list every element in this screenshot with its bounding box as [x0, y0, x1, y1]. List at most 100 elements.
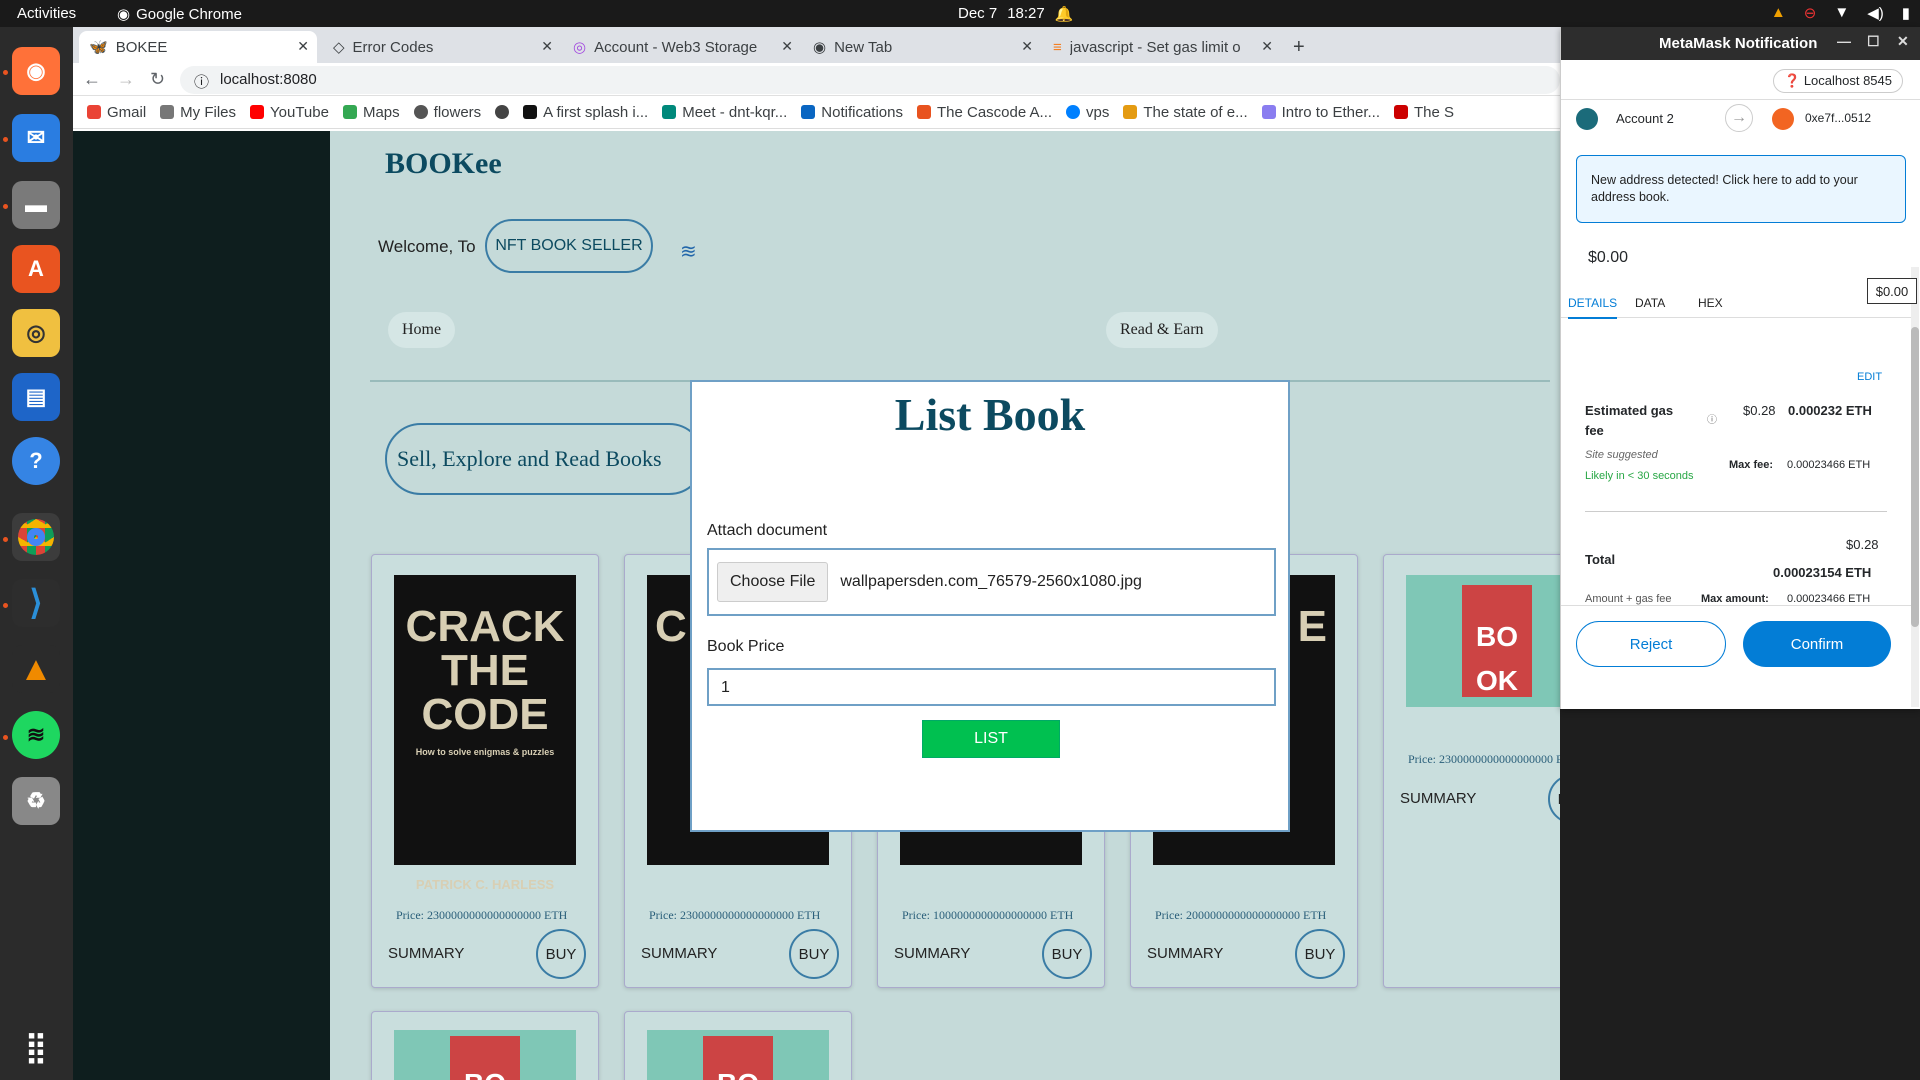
tab-web3-storage[interactable]: ◎ Account - Web3 Storage ✕	[563, 31, 801, 63]
nav-read-earn[interactable]: Read & Earn	[1106, 312, 1218, 348]
bookmark-cascode[interactable]: The Cascode A...	[916, 104, 1052, 121]
metamask-titlebar: MetaMask Notification — ☐ ✕	[1561, 27, 1920, 60]
site-brand[interactable]: BOOKee	[385, 147, 502, 181]
book-price: Price: 2000000000000000000 ETH	[1155, 908, 1327, 922]
nft-book-seller-button[interactable]: NFT BOOK SELLER	[485, 219, 653, 273]
summary-link[interactable]: SUMMARY	[641, 945, 717, 962]
vlc-icon[interactable]: ▲	[12, 645, 60, 693]
trash-icon[interactable]: ♻	[12, 777, 60, 825]
active-app-menu[interactable]: ◉ Google Chrome	[117, 5, 242, 24]
bookmark-medium[interactable]: A first splash i...	[523, 104, 648, 121]
bookmark-globe[interactable]	[495, 105, 510, 119]
gas-fee-eth: 0.000232 ETH	[1788, 403, 1872, 418]
chrome-favicon: ◉	[813, 39, 827, 56]
file-input[interactable]: Choose File wallpapersden.com_76579-2560…	[707, 548, 1276, 616]
bookmark-my-files[interactable]: My Files	[160, 104, 236, 121]
libreoffice-writer-icon[interactable]: ▤	[12, 373, 60, 421]
info-icon[interactable]: ⓘ	[1707, 411, 1717, 426]
clock[interactable]: Dec 7 18:27 🔔	[958, 5, 1073, 23]
tab-stackoverflow[interactable]: ≡ javascript - Set gas limit o ✕	[1043, 31, 1281, 63]
close-tab-icon[interactable]: ✕	[541, 38, 553, 55]
book-cover[interactable]: BO OK	[394, 1030, 576, 1080]
site-info-icon[interactable]: ⓘ	[194, 71, 209, 92]
bookmark-meet[interactable]: Meet - dnt-kqr...	[662, 104, 787, 121]
bookmarks-bar: Gmail My Files YouTube Maps flowers A fi…	[73, 96, 1560, 129]
close-tab-icon[interactable]: ✕	[297, 38, 309, 55]
bookmark-intro-ether[interactable]: Intro to Ether...	[1261, 104, 1380, 121]
rhythmbox-icon[interactable]: ◎	[12, 309, 60, 357]
bookmark-state-of-e[interactable]: The state of e...	[1123, 104, 1248, 121]
book-price-input[interactable]: 1	[707, 668, 1276, 706]
buy-button[interactable]: BUY	[1295, 929, 1345, 979]
system-tray[interactable]: ▲ ⊖ ▼ ◀) ▮	[1771, 4, 1910, 22]
vscode-icon[interactable]: ⟩	[12, 579, 60, 627]
total-label: Total	[1585, 552, 1616, 567]
close-tab-icon[interactable]: ✕	[1021, 38, 1033, 55]
back-icon[interactable]: ←	[83, 69, 101, 90]
max-amount-label: Max amount:	[1701, 593, 1769, 605]
buy-button[interactable]: BUY	[536, 929, 586, 979]
tab-details[interactable]: DETAILS	[1568, 296, 1618, 319]
tab-error-codes[interactable]: ◇ Error Codes ✕	[323, 31, 561, 63]
address-bar[interactable]: ⓘ localhost:8080	[180, 66, 1560, 94]
minimize-icon[interactable]: —	[1837, 33, 1851, 49]
hero-banner: Sell, Explore and Read Books	[385, 423, 705, 495]
bookmark-maps[interactable]: Maps	[342, 104, 400, 121]
bookmark-youtube[interactable]: YouTube	[250, 104, 329, 121]
edit-gas-link[interactable]: EDIT	[1857, 371, 1882, 383]
confirm-button[interactable]: Confirm	[1743, 621, 1891, 667]
summary-link[interactable]: SUMMARY	[894, 945, 970, 962]
maximize-icon[interactable]: ☐	[1867, 33, 1880, 50]
spotify-icon[interactable]: ≋	[12, 711, 60, 759]
new-tab-button[interactable]: +	[1283, 31, 1323, 63]
close-window-icon[interactable]: ✕	[1897, 33, 1909, 50]
book-card: CRACK THE CODE How to solve enigmas & puz…	[371, 554, 599, 988]
bookmark-vps[interactable]: vps	[1066, 104, 1109, 121]
bookmark-flowers[interactable]: flowers	[413, 104, 481, 121]
thunderbird-icon[interactable]: ✉	[12, 114, 60, 162]
app-grid-icon[interactable]: ⣿	[12, 1023, 60, 1071]
bookmark-gmail[interactable]: Gmail	[87, 104, 146, 121]
tab-bokee[interactable]: 🦋 BOKEE ✕	[79, 31, 317, 63]
list-button[interactable]: LIST	[922, 720, 1060, 758]
buy-button[interactable]: BUY	[1042, 929, 1092, 979]
divider	[1561, 605, 1911, 606]
from-account[interactable]: Account 2	[1616, 111, 1674, 126]
reload-icon[interactable]: ↻	[150, 69, 165, 90]
summary-link[interactable]: SUMMARY	[388, 945, 464, 962]
files-icon[interactable]: ▬	[12, 181, 60, 229]
activities-button[interactable]: Activities	[17, 5, 76, 22]
software-center-icon[interactable]: A	[12, 245, 60, 293]
buy-button[interactable]: BUY	[1548, 774, 1560, 824]
close-tab-icon[interactable]: ✕	[1261, 38, 1273, 55]
forward-icon[interactable]: →	[117, 69, 135, 90]
network-indicator[interactable]: ❓ Localhost 8545	[1773, 69, 1903, 93]
tab-new-tab[interactable]: ◉ New Tab ✕	[803, 31, 1041, 63]
book-cover[interactable]: CRACK THE CODE How to solve enigmas & puz…	[394, 575, 576, 892]
new-address-banner[interactable]: New address detected! Click here to add …	[1576, 155, 1906, 223]
help-icon[interactable]: ?	[12, 437, 60, 485]
book-cover[interactable]: BO OK	[1406, 575, 1560, 707]
summary-link[interactable]: SUMMARY	[1400, 790, 1476, 807]
detail-tabs: DETAILS DATA HEX	[1561, 288, 1911, 319]
bookmark-the-s[interactable]: The S	[1394, 104, 1454, 121]
book-cover[interactable]: BO OK	[647, 1030, 829, 1080]
max-fee-value: 0.00023466 ETH	[1787, 459, 1871, 471]
tab-hex[interactable]: HEX	[1698, 296, 1723, 310]
summary-link[interactable]: SUMMARY	[1147, 945, 1223, 962]
stackoverflow-favicon: ≡	[1053, 38, 1062, 56]
bookmark-notifications[interactable]: Notifications	[801, 104, 903, 121]
running-indicator	[3, 603, 8, 608]
close-tab-icon[interactable]: ✕	[781, 38, 793, 55]
choose-file-button[interactable]: Choose File	[717, 562, 829, 602]
book-card: BO OK Price: 2300000000000000000 ETH SUM…	[1383, 554, 1560, 988]
buy-button[interactable]: BUY	[789, 929, 839, 979]
nav-home[interactable]: Home	[388, 312, 456, 348]
scrollbar-thumb[interactable]	[1911, 327, 1919, 627]
scrollbar[interactable]	[1911, 267, 1919, 707]
firefox-icon[interactable]: ◉	[12, 47, 60, 95]
to-address[interactable]: 0xe7f...0512	[1805, 111, 1871, 125]
tab-data[interactable]: DATA	[1635, 296, 1665, 310]
reject-button[interactable]: Reject	[1576, 621, 1726, 667]
chrome-dock-icon[interactable]	[12, 513, 60, 561]
